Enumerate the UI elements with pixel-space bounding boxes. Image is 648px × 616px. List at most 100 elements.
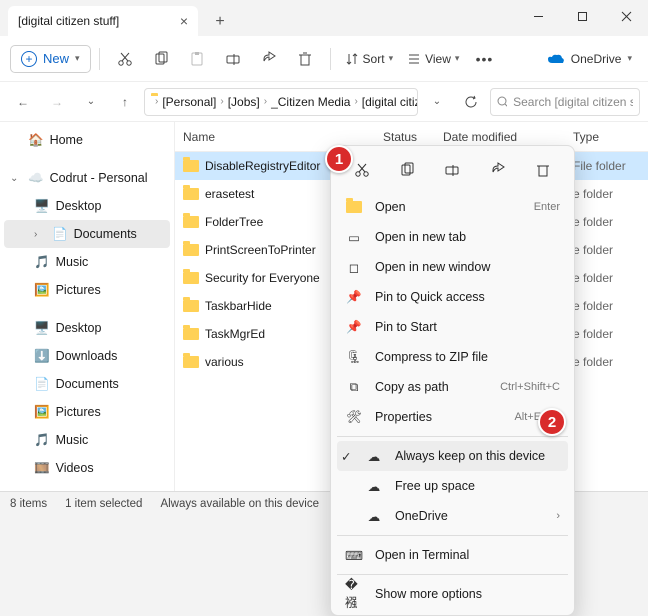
sidebar-item-music[interactable]: 🎵Music bbox=[0, 248, 174, 276]
search-icon bbox=[497, 96, 507, 108]
onedrive-status[interactable]: OneDrive ▾ bbox=[547, 52, 638, 66]
sidebar-group-personal[interactable]: ⌄☁️Codrut - Personal bbox=[0, 164, 174, 192]
maximize-icon bbox=[577, 11, 588, 22]
file-name: TaskbarHide bbox=[205, 299, 272, 313]
ctx-delete-button[interactable] bbox=[527, 156, 559, 184]
col-date[interactable]: Date modified bbox=[443, 130, 573, 144]
rename-button[interactable] bbox=[216, 42, 250, 76]
new-button[interactable]: + New ▾ bbox=[10, 45, 91, 73]
minimize-button[interactable] bbox=[516, 0, 560, 32]
ctx-open-tab[interactable]: ▭Open in new tab bbox=[337, 222, 568, 252]
sidebar-item-documents[interactable]: ›📄Documents bbox=[4, 220, 170, 248]
pin-icon: 📌 bbox=[345, 320, 363, 335]
sidebar-item-documents[interactable]: 📄Documents bbox=[0, 370, 174, 398]
ctx-open-window[interactable]: ◻Open in new window bbox=[337, 252, 568, 282]
ctx-label: Always keep on this device bbox=[395, 449, 545, 463]
maximize-button[interactable] bbox=[560, 0, 604, 32]
back-button[interactable]: ← bbox=[8, 87, 38, 117]
file-type: e folder bbox=[573, 271, 648, 285]
breadcrumb[interactable]: › [Personal] › [Jobs] › _Citizen Media ›… bbox=[144, 88, 418, 116]
status-count: 8 items bbox=[10, 498, 47, 510]
sidebar-item-desktop[interactable]: 🖥️Desktop bbox=[0, 314, 174, 342]
ctx-copy-button[interactable] bbox=[391, 156, 423, 184]
ctx-shortcut: Enter bbox=[534, 201, 560, 213]
sidebar-item-pictures[interactable]: 🖼️Pictures bbox=[0, 276, 174, 304]
ctx-rename-button[interactable] bbox=[436, 156, 468, 184]
breadcrumb-segment[interactable]: _Citizen Media bbox=[271, 95, 350, 109]
share-button[interactable] bbox=[252, 42, 286, 76]
ctx-copy-path[interactable]: ⧉Copy as pathCtrl+Shift+C bbox=[337, 372, 568, 402]
copy-button[interactable] bbox=[144, 42, 178, 76]
sidebar: 🏠Home ⌄☁️Codrut - Personal 🖥️Desktop ›📄D… bbox=[0, 122, 175, 491]
ctx-more[interactable]: �襁Show more options bbox=[337, 579, 568, 609]
context-menu: OpenEnter ▭Open in new tab ◻Open in new … bbox=[330, 145, 575, 616]
rename-icon bbox=[225, 51, 241, 67]
window-tab[interactable]: [digital citizen stuff] × bbox=[8, 6, 198, 36]
ctx-open[interactable]: OpenEnter bbox=[337, 192, 568, 222]
ctx-share-button[interactable] bbox=[482, 156, 514, 184]
sidebar-label: Desktop bbox=[56, 321, 102, 335]
view-button[interactable]: View ▾ bbox=[401, 42, 465, 76]
ctx-always-keep[interactable]: ✓☁Always keep on this device bbox=[337, 441, 568, 471]
chevron-down-icon[interactable]: ⌄ bbox=[422, 87, 452, 117]
chevron-down-icon: ▾ bbox=[75, 53, 80, 64]
ctx-free-up[interactable]: ☁Free up space bbox=[337, 471, 568, 501]
ctx-onedrive[interactable]: ☁OneDrive› bbox=[337, 501, 568, 531]
titlebar: [digital citizen stuff] × + bbox=[0, 0, 648, 36]
separator bbox=[337, 574, 568, 575]
sidebar-item-downloads[interactable]: ⬇️Downloads bbox=[0, 342, 174, 370]
cloud-icon bbox=[547, 53, 565, 65]
minimize-icon bbox=[533, 11, 544, 22]
paste-button[interactable] bbox=[180, 42, 214, 76]
ctx-properties[interactable]: 🛠PropertiesAlt+Enter bbox=[337, 402, 568, 432]
delete-button[interactable] bbox=[288, 42, 322, 76]
ctx-label: Show more options bbox=[375, 587, 482, 601]
sidebar-item-videos[interactable]: 🎞️Videos bbox=[0, 454, 174, 482]
close-window-button[interactable] bbox=[604, 0, 648, 32]
col-name[interactable]: Name bbox=[183, 130, 383, 144]
close-tab-icon[interactable]: × bbox=[180, 13, 188, 29]
sidebar-label: Pictures bbox=[56, 405, 101, 419]
file-name: Security for Everyone bbox=[205, 271, 320, 285]
sidebar-item-music[interactable]: 🎵Music bbox=[0, 426, 174, 454]
cloud-icon: ☁ bbox=[365, 449, 383, 464]
sidebar-label: Music bbox=[56, 255, 89, 269]
ctx-label: Free up space bbox=[395, 479, 475, 493]
cut-button[interactable] bbox=[108, 42, 142, 76]
pin-icon: 📌 bbox=[345, 290, 363, 305]
ctx-label: Open in new window bbox=[375, 260, 490, 274]
more-button[interactable]: ••• bbox=[467, 42, 501, 76]
sidebar-label: Codrut - Personal bbox=[50, 171, 148, 185]
forward-button[interactable]: → bbox=[42, 87, 72, 117]
ctx-pin-qa[interactable]: 📌Pin to Quick access bbox=[337, 282, 568, 312]
chevron-down-icon[interactable]: ⌄ bbox=[76, 87, 106, 117]
chevron-down-icon: ⌄ bbox=[10, 173, 22, 184]
up-button[interactable]: ↑ bbox=[110, 87, 140, 117]
breadcrumb-segment[interactable]: [Jobs] bbox=[228, 95, 260, 109]
sidebar-item-pictures[interactable]: 🖼️Pictures bbox=[0, 398, 174, 426]
breadcrumb-segment[interactable]: [Personal] bbox=[162, 95, 216, 109]
sidebar-label: Pictures bbox=[56, 283, 101, 297]
ctx-terminal[interactable]: ⌨Open in Terminal bbox=[337, 540, 568, 570]
folder-icon bbox=[183, 216, 199, 228]
search-input[interactable]: Search [digital citizen stuff] bbox=[490, 88, 640, 116]
col-status[interactable]: Status bbox=[383, 130, 443, 144]
ctx-label: Compress to ZIP file bbox=[375, 350, 488, 364]
file-type: e folder bbox=[573, 327, 648, 341]
add-tab-button[interactable]: + bbox=[206, 10, 234, 34]
sort-button[interactable]: Sort ▾ bbox=[339, 42, 400, 76]
refresh-button[interactable] bbox=[456, 87, 486, 117]
ctx-compress[interactable]: 🗜Compress to ZIP file bbox=[337, 342, 568, 372]
breadcrumb-segment[interactable]: [digital citizen stuff] bbox=[362, 95, 418, 109]
rename-icon bbox=[444, 162, 460, 178]
status-availability: Always available on this device bbox=[160, 498, 319, 510]
col-type[interactable]: Type bbox=[573, 130, 648, 144]
file-name: FolderTree bbox=[205, 215, 263, 229]
folder-icon bbox=[183, 160, 199, 172]
chevron-right-icon: › bbox=[153, 96, 160, 107]
callout-1: 1 bbox=[325, 145, 353, 173]
toolbar: + New ▾ Sort ▾ View ▾ ••• OneDrive ▾ bbox=[0, 36, 648, 82]
sidebar-item-desktop[interactable]: 🖥️Desktop bbox=[0, 192, 174, 220]
sidebar-home[interactable]: 🏠Home bbox=[0, 126, 174, 154]
ctx-pin-start[interactable]: 📌Pin to Start bbox=[337, 312, 568, 342]
